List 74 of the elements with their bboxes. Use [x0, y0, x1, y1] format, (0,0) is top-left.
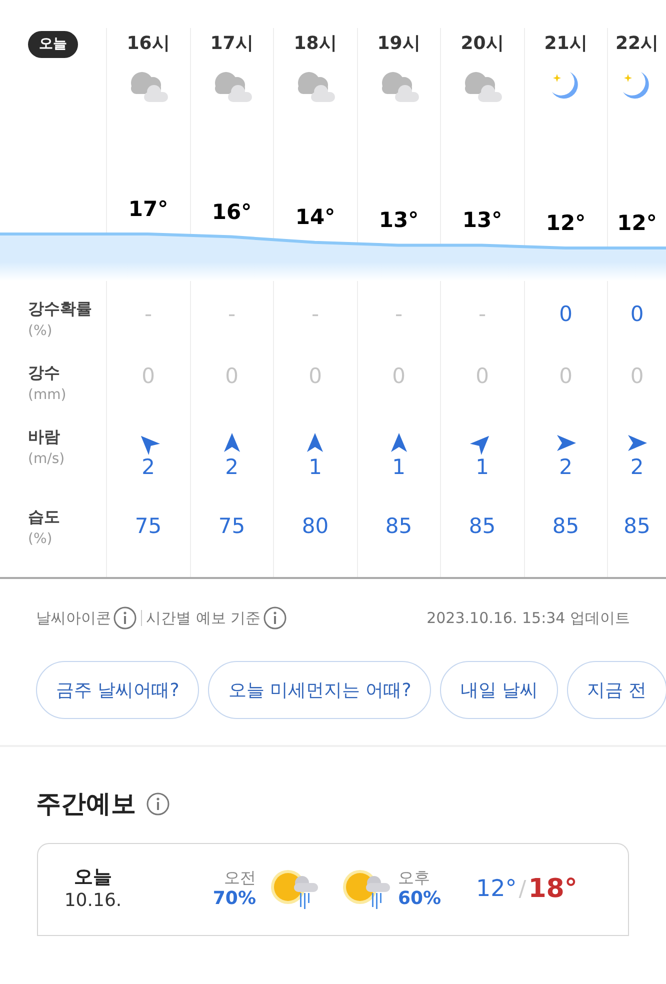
info-icon[interactable]: [146, 792, 170, 816]
morning-label: 오전: [224, 868, 256, 888]
hour-label: 20시: [460, 32, 504, 56]
row-label: 바람: [28, 426, 61, 448]
wind-speed: 1: [476, 457, 489, 478]
day-label: 오늘: [74, 866, 112, 890]
precip-probability: 0: [559, 301, 572, 328]
wind-speed: 2: [559, 457, 572, 478]
suggestion-chip[interactable]: 금주 날씨어때?: [36, 661, 200, 719]
section-title: 주간예보: [36, 788, 136, 820]
temperature: 13°: [462, 207, 502, 234]
precip-probability: -: [394, 301, 403, 328]
weather-icon-label: 날씨아이콘: [36, 608, 111, 629]
humidity: 75: [218, 513, 246, 540]
humidity: 80: [302, 513, 329, 540]
hour-label: 21시: [544, 32, 588, 56]
temperature: 14°: [295, 204, 336, 232]
afternoon-precip: 60%: [398, 888, 442, 910]
sun-rain-icon: [342, 867, 392, 911]
precipitation: 0: [142, 363, 155, 390]
date: 10.16.: [64, 890, 122, 912]
precip-probability: -: [311, 301, 320, 328]
afternoon-label: 오후: [398, 868, 430, 888]
temperature: 12°: [617, 210, 657, 237]
temperature: 17°: [128, 196, 168, 223]
row-label: 습도: [28, 506, 61, 528]
humidity: 85: [552, 513, 580, 540]
row-unit: (m/s): [28, 450, 66, 469]
morning-precip: 70%: [212, 888, 256, 910]
precipitation: 0: [559, 363, 572, 390]
hour-label: 18시: [294, 32, 337, 56]
precip-probability: 0: [630, 301, 644, 328]
hour-label: 17시: [210, 32, 254, 56]
temperature-separator: /: [518, 876, 526, 904]
humidity: 85: [624, 513, 650, 540]
precip-probability: -: [228, 301, 236, 328]
sun-rain-icon: [270, 867, 320, 911]
temperature: 16°: [212, 198, 252, 226]
info-icon[interactable]: [262, 606, 287, 630]
suggestion-chip[interactable]: 오늘 미세먼지는 어때?: [208, 661, 432, 719]
hour-label: 16시: [126, 32, 170, 56]
forecast-basis-label: 시간별 예보 기준: [146, 608, 261, 629]
humidity: 85: [385, 513, 412, 540]
row-unit: (%): [28, 322, 54, 341]
precip-probability: -: [144, 301, 152, 328]
precipitation: 0: [308, 363, 322, 390]
precipitation: 0: [476, 363, 489, 390]
precipitation: 0: [630, 363, 644, 390]
day-forecast-row[interactable]: 오늘 10.16. 오전 70% 오후 60% 12°/18°: [38, 844, 628, 936]
update-time: 2023.10.16. 15:34 업데이트: [426, 608, 630, 629]
hour-label: 19시: [377, 32, 420, 56]
suggestion-chip[interactable]: 내일 날씨: [440, 661, 558, 719]
wind-speed: 1: [392, 457, 406, 478]
row-label: 강수확률: [28, 298, 93, 320]
precipitation: 0: [392, 363, 406, 390]
row-unit: (%): [28, 530, 54, 549]
high-temperature: 18°: [528, 872, 578, 906]
low-temperature: 12°: [476, 874, 517, 904]
humidity: 75: [134, 513, 162, 540]
suggestion-chip[interactable]: 지금 전: [567, 661, 666, 719]
hour-label: 22시: [615, 32, 659, 56]
today-badge: 오늘: [28, 31, 78, 58]
wind-speed: 2: [225, 457, 238, 478]
row-label: 강수: [28, 362, 61, 384]
row-unit: (mm): [28, 386, 68, 405]
temperature: 13°: [378, 207, 419, 234]
humidity: 85: [468, 513, 496, 540]
precipitation: 0: [225, 363, 238, 390]
wind-speed: 2: [630, 457, 644, 478]
info-icon[interactable]: [113, 606, 137, 630]
wind-speed: 2: [142, 457, 155, 478]
temperature: 12°: [546, 210, 586, 237]
precip-probability: -: [478, 301, 486, 328]
wind-speed: 1: [308, 457, 322, 478]
